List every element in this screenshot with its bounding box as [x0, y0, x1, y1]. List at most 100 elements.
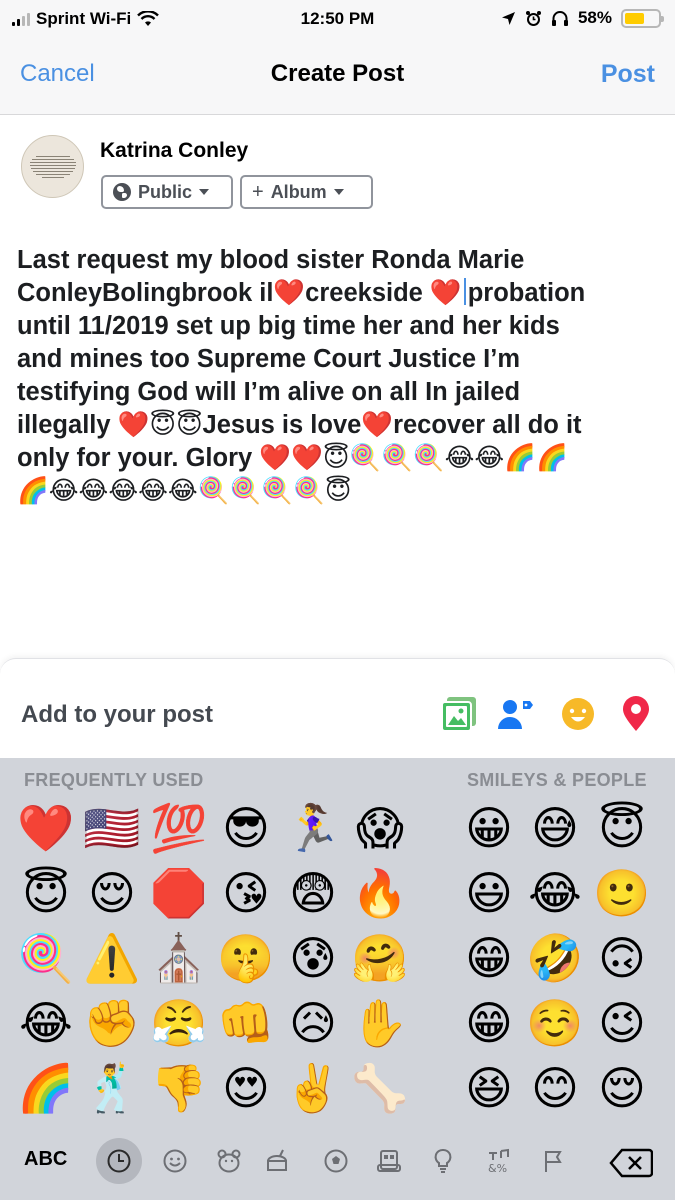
page-title: Create Post	[270, 60, 405, 87]
post-text-area[interactable]: Last request my blood sister Ronda Marie…	[17, 244, 662, 508]
battery-icon	[621, 8, 664, 28]
post-text-line: until 11/2019 set up big time her and he…	[17, 312, 560, 340]
keyboard-category-bar: ABC &%	[0, 1130, 675, 1200]
battery-level	[625, 12, 644, 24]
emoji-key[interactable]: 🙃	[590, 928, 654, 988]
emoji-key[interactable]: ✋	[348, 993, 412, 1053]
emoji-key[interactable]: 😇	[590, 798, 654, 858]
emoji-key[interactable]: 😃	[457, 863, 521, 923]
emoji-key[interactable]: ⚠️	[80, 928, 144, 988]
audience-selector[interactable]: Public	[101, 175, 233, 209]
location-arrow-icon	[501, 11, 515, 25]
add-to-post-panel: Add to your post	[0, 658, 675, 758]
emoji-key[interactable]: 🕺	[80, 1058, 144, 1118]
emoji-key[interactable]: 😇	[14, 863, 78, 923]
avatar[interactable]	[21, 135, 84, 198]
emoji-key[interactable]: 😀	[457, 798, 521, 858]
album-selector[interactable]: + Album	[240, 175, 373, 209]
post-text-line: illegally ❤️😇😇Jesus is love❤️recover all…	[17, 411, 582, 439]
photo-icon[interactable]	[440, 695, 478, 733]
tag-people-icon[interactable]	[496, 695, 534, 733]
text-cursor	[463, 278, 466, 305]
emoji-key[interactable]: 🔥	[348, 863, 412, 923]
emoji-key[interactable]: 👎	[147, 1058, 211, 1118]
emoji-key[interactable]: 😍	[214, 1058, 278, 1118]
smiley-category-icon[interactable]	[152, 1138, 198, 1184]
emoji-key[interactable]: 😌	[590, 1058, 654, 1118]
status-right: 58%	[501, 8, 664, 28]
post-text-line: only for your. Glory ❤️❤️😇🍭🍭🍭😂😂🌈🌈	[17, 444, 568, 472]
globe-icon	[113, 183, 131, 201]
emoji-key[interactable]: 🇺🇸	[80, 798, 144, 858]
emoji-key[interactable]: 💯	[147, 798, 211, 858]
frequently-used-label: FREQUENTLY USED	[24, 770, 204, 790]
user-name: Katrina Conley	[100, 139, 249, 162]
emoji-key[interactable]: 😱	[348, 798, 412, 858]
smileys-people-label: SMILEYS & PEOPLE	[467, 770, 647, 790]
emoji-key[interactable]: 😁	[457, 993, 521, 1053]
feeling-icon[interactable]	[559, 695, 597, 733]
post-text-line: ConleyBolingbrook il❤️creekside ❤️ probat…	[17, 277, 662, 310]
emoji-key[interactable]: 😂	[14, 993, 78, 1053]
post-text-segment: probation	[467, 279, 586, 307]
activity-category-icon[interactable]	[313, 1138, 359, 1184]
plus-icon: +	[252, 180, 264, 203]
emoji-keyboard: FREQUENTLY USED SMILEYS & PEOPLE ❤️ 😇 🍭 😂 🌈 🇺…	[0, 758, 675, 1200]
emoji-key[interactable]: ✌️	[281, 1058, 345, 1118]
emoji-key[interactable]: 😊	[523, 1058, 587, 1118]
emoji-key[interactable]: ⛪	[147, 928, 211, 988]
emoji-key[interactable]: 😨	[281, 863, 345, 923]
album-label: Album	[270, 181, 327, 202]
headphones-icon	[551, 10, 568, 26]
emoji-key[interactable]: 🙂	[590, 863, 654, 923]
post-button[interactable]: Post	[601, 60, 655, 89]
emoji-key[interactable]: 😥	[281, 993, 345, 1053]
audience-label: Public	[138, 181, 193, 202]
post-text-line: testifying God will I’m alive on all In …	[17, 378, 521, 406]
post-text-line: Last request my blood sister Ronda Marie	[17, 246, 525, 274]
symbols-category-icon[interactable]: &%	[476, 1138, 522, 1184]
travel-category-icon[interactable]	[366, 1138, 412, 1184]
caret-down-icon	[199, 189, 210, 195]
emoji-key[interactable]: 🍭	[14, 928, 78, 988]
food-category-icon[interactable]	[254, 1138, 300, 1184]
emoji-key[interactable]: 👊	[214, 993, 278, 1053]
status-bar: Sprint Wi-Fi 12:50 PM 58%	[0, 0, 675, 38]
emoji-key[interactable]: 😅	[523, 798, 587, 858]
post-text-segment: ConleyBolingbrook il❤️creekside ❤️	[17, 279, 462, 307]
emoji-key[interactable]: 🦴	[348, 1058, 412, 1118]
emoji-key[interactable]: 🌈	[14, 1058, 78, 1118]
emoji-key[interactable]: 😘	[214, 863, 278, 923]
emoji-key[interactable]: 🤫	[214, 928, 278, 988]
location-icon[interactable]	[617, 695, 655, 733]
svg-text:&%: &%	[488, 1162, 507, 1174]
caret-down-icon	[333, 189, 344, 195]
flags-category-icon[interactable]	[530, 1138, 576, 1184]
emoji-key[interactable]: 😌	[80, 863, 144, 923]
recent-icon[interactable]	[96, 1138, 142, 1184]
emoji-key[interactable]: 😆	[457, 1058, 521, 1118]
objects-category-icon[interactable]	[420, 1138, 466, 1184]
delete-key[interactable]	[609, 1148, 653, 1178]
emoji-key[interactable]: ❤️	[14, 798, 78, 858]
emoji-key[interactable]: 🤗	[348, 928, 412, 988]
abc-key[interactable]: ABC	[24, 1148, 67, 1171]
emoji-key[interactable]: ✊	[80, 993, 144, 1053]
post-text-line: 🌈😂😂😂😂😂🍭🍭🍭🍭😇	[17, 477, 352, 505]
emoji-key[interactable]: 🏃‍♀️	[281, 798, 345, 858]
emoji-key[interactable]: 😤	[147, 993, 211, 1053]
battery-percent: 58%	[577, 8, 612, 27]
emoji-key[interactable]: 😉	[590, 993, 654, 1053]
emoji-key[interactable]: 🛑	[147, 863, 211, 923]
emoji-key[interactable]: 😁	[457, 928, 521, 988]
post-text-line: and mines too Supreme Court Justice I’m	[17, 345, 521, 373]
emoji-key[interactable]: 😎	[214, 798, 278, 858]
emoji-key[interactable]: 😰	[281, 928, 345, 988]
nav-bar: Cancel Create Post Post	[0, 38, 675, 115]
emoji-key[interactable]: ☺️	[523, 993, 587, 1053]
add-to-post-label: Add to your post	[21, 701, 213, 728]
emoji-key[interactable]: 😂	[523, 863, 587, 923]
emoji-key[interactable]: 🤣	[523, 928, 587, 988]
animal-category-icon[interactable]	[206, 1138, 252, 1184]
alarm-icon	[525, 10, 541, 26]
